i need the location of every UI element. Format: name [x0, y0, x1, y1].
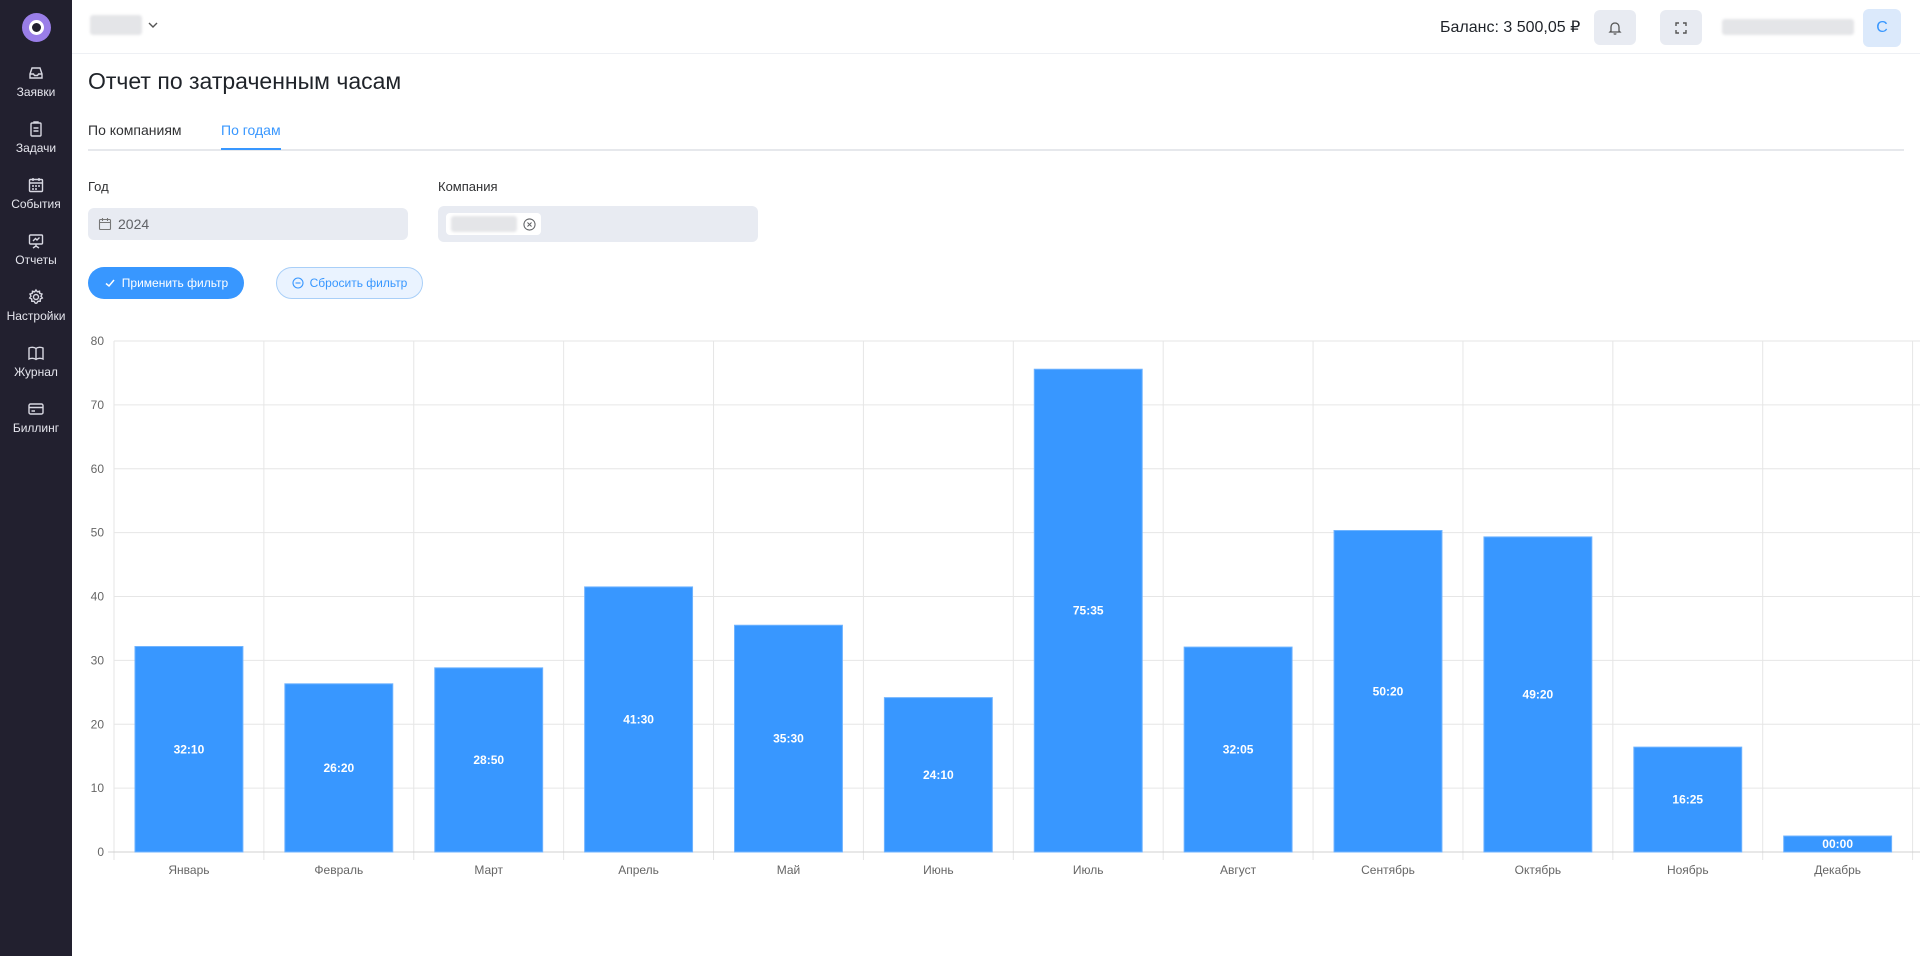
sidebar-item-settings[interactable]: Настройки: [0, 288, 72, 340]
sidebar-item-reports[interactable]: Отчеты: [0, 232, 72, 284]
gear-icon: [28, 288, 44, 304]
clipboard-icon: [30, 121, 42, 137]
year-label: Год: [88, 179, 109, 194]
fullscreen-button[interactable]: [1660, 10, 1702, 45]
data-label: 26:20: [323, 761, 354, 775]
sidebar-item-label: Заявки: [16, 85, 56, 99]
bell-icon: [1608, 21, 1622, 35]
book-icon: [28, 346, 44, 361]
sidebar-item-label: Журнал: [14, 365, 58, 379]
minus-circle-icon: [292, 277, 304, 289]
data-label: 32:10: [174, 742, 205, 756]
apply-filter-button[interactable]: Применить фильтр: [88, 267, 244, 299]
sidebar-item-billing[interactable]: Биллинг: [0, 400, 72, 452]
notifications-button[interactable]: [1594, 10, 1636, 45]
hours-bar-chart: 0 10 20 30 40 50 60 70 80 32:10 Январь 26:20 Февраль…: [91, 334, 1920, 877]
reset-filter-button[interactable]: Сбросить фильтр: [276, 267, 423, 299]
close-icon[interactable]: [523, 217, 536, 231]
fullscreen-icon: [1675, 21, 1687, 34]
data-label: 41:30: [623, 712, 654, 726]
logo[interactable]: [22, 13, 51, 42]
presentation-icon: [28, 234, 44, 249]
sidebar: Заявки Задачи События Отчеты Настройки Ж…: [0, 0, 72, 956]
y-tick-label: 80: [91, 334, 105, 348]
sidebar-item-label: Биллинг: [12, 421, 60, 435]
organization-select[interactable]: [90, 14, 160, 36]
tabs: По компаниям По годам: [88, 118, 1904, 151]
x-tick-label: Март: [474, 863, 503, 877]
inbox-icon: [29, 67, 43, 79]
sidebar-item-journal[interactable]: Журнал: [0, 344, 72, 396]
page-title: Отчет по затраченным часам: [88, 68, 402, 94]
x-tick-label: Ноябрь: [1667, 863, 1709, 877]
data-label: 32:05: [1223, 743, 1254, 757]
balance: Баланс: 3 500,05 ₽: [1440, 19, 1581, 36]
company-select[interactable]: [438, 206, 758, 242]
sidebar-item-events[interactable]: События: [0, 176, 72, 228]
calendar-icon: [98, 218, 112, 231]
check-icon: [105, 279, 115, 288]
x-tick-label: Декабрь: [1814, 863, 1861, 877]
data-label: 28:50: [473, 753, 504, 767]
data-label: 35:30: [773, 732, 804, 746]
year-picker[interactable]: 2024: [88, 208, 408, 240]
y-tick-label: 70: [91, 398, 105, 412]
x-tick-label: Апрель: [618, 863, 659, 877]
x-tick-label: Июнь: [923, 863, 954, 877]
data-label: 16:25: [1672, 793, 1703, 807]
y-tick-label: 20: [91, 717, 105, 731]
y-tick-label: 30: [91, 653, 105, 667]
sidebar-item-label: Задачи: [15, 141, 57, 155]
sidebar-item-label: Настройки: [6, 309, 66, 323]
reset-filter-label: Сбросить фильтр: [309, 276, 408, 290]
topbar: Баланс: 3 500,05 ₽ С: [72, 0, 1920, 54]
calendar-icon: [28, 178, 44, 193]
apply-filter-label: Применить фильтр: [121, 276, 229, 290]
y-tick-label: 50: [91, 526, 105, 540]
y-tick-label: 0: [97, 845, 104, 859]
tab-by-years[interactable]: По годам: [221, 122, 281, 150]
company-label: Компания: [438, 179, 498, 194]
data-label: 50:20: [1373, 684, 1404, 698]
organization-name-redacted: [90, 15, 142, 35]
y-tick-label: 60: [91, 462, 105, 476]
sidebar-item-requests[interactable]: Заявки: [0, 64, 72, 116]
data-label: 00:00: [1822, 837, 1853, 851]
sidebar-item-tasks[interactable]: Задачи: [0, 120, 72, 172]
x-tick-label: Февраль: [314, 863, 363, 877]
x-tick-label: Июль: [1073, 863, 1104, 877]
x-tick-label: Январь: [168, 863, 209, 877]
data-label: 24:10: [923, 768, 954, 782]
y-tick-label: 10: [91, 781, 105, 795]
x-tick-label: Сентябрь: [1361, 863, 1415, 877]
user-name-redacted[interactable]: [1722, 19, 1854, 40]
card-icon: [28, 403, 44, 415]
company-chip: [446, 213, 541, 235]
data-label: 75:35: [1073, 604, 1104, 618]
x-tick-label: Октябрь: [1515, 863, 1562, 877]
data-label: 49:20: [1523, 687, 1554, 701]
x-tick-label: Август: [1220, 863, 1257, 877]
x-tick-label: Май: [777, 863, 801, 877]
avatar[interactable]: С: [1863, 9, 1901, 47]
company-name-redacted: [451, 216, 517, 232]
year-value: 2024: [118, 216, 150, 232]
tab-by-companies[interactable]: По компаниям: [88, 122, 182, 148]
sidebar-item-label: События: [11, 197, 61, 211]
y-tick-label: 40: [91, 590, 105, 604]
sidebar-item-label: Отчеты: [15, 253, 57, 267]
chevron-down-icon: [148, 22, 158, 28]
